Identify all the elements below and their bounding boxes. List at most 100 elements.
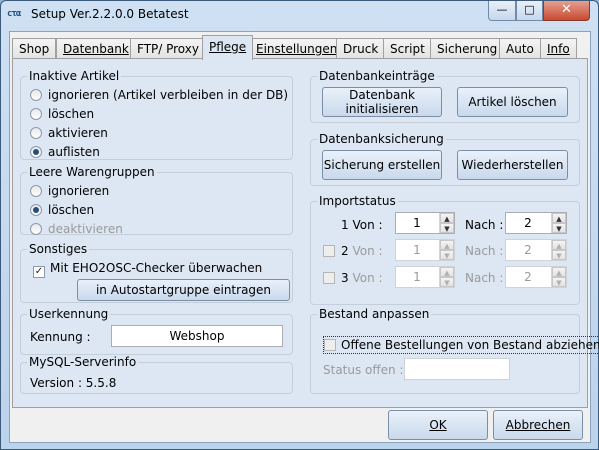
maximize-button[interactable]: □	[516, 1, 543, 21]
checkbox-icon	[323, 272, 335, 284]
close-icon: ✕	[561, 2, 572, 17]
radio-selected-icon	[30, 204, 42, 216]
tab-strip: Shop Datenbank FTP/ Proxy Pflege Einstel…	[12, 34, 588, 60]
spin-up-icon[interactable]: ▲	[552, 213, 566, 223]
group-userkennung: Userkennung Kennung : Webshop	[20, 307, 293, 355]
checkbox-icon	[323, 245, 335, 257]
minimize-icon: —	[496, 3, 508, 16]
import-row2-checkbox[interactable]	[323, 244, 340, 258]
tab-page-pflege: Inaktive Artikel ignorieren (Artikel ver…	[12, 58, 599, 408]
group-sonstiges: Sonstiges ✓ Mit EHO2OSC-Checker überwache…	[20, 242, 293, 303]
spin-down-icon[interactable]: ▼	[552, 223, 566, 233]
kennung-label: Kennung :	[30, 330, 91, 344]
spin-up-icon: ▲	[440, 240, 454, 250]
autostart-button[interactable]: in Autostartgruppe eintragen	[77, 279, 290, 301]
group-datenbanksicherung: Datenbanksicherung Sicherung erstellen W…	[310, 132, 580, 186]
checkbox-eho2osc-checker[interactable]: ✓ Mit EHO2OSC-Checker überwachen	[33, 261, 262, 278]
tab-label: Pflege	[209, 40, 247, 54]
import-row3-von-spinner: 1 ▲ ▼	[395, 266, 455, 288]
checkbox-offene-bestellungen[interactable]: Offene Bestellungen von Bestand abziehen	[323, 336, 599, 354]
spin-down-icon: ▼	[440, 277, 454, 287]
kennung-input[interactable]: Webshop	[111, 325, 283, 347]
tab-label: Info	[547, 42, 570, 56]
checkmark-icon: ✓	[33, 266, 45, 278]
radio-inaktive-loeschen[interactable]: löschen	[30, 107, 94, 121]
datenbank-initialisieren-button[interactable]: Datenbank initialisieren	[322, 87, 442, 117]
tab-shop[interactable]: Shop	[12, 38, 57, 59]
import-row1-von-spinner[interactable]: 1 ▲ ▼	[395, 212, 455, 234]
dialog-client-area: Shop Datenbank FTP/ Proxy Pflege Einstel…	[9, 31, 599, 443]
group-title: Userkennung	[27, 307, 111, 321]
tab-script[interactable]: Script	[383, 38, 432, 59]
group-title: Bestand anpassen	[317, 307, 432, 321]
group-title: Datenbanksicherung	[317, 132, 446, 146]
tab-druck[interactable]: Druck	[336, 38, 386, 59]
minimize-button[interactable]: —	[488, 1, 516, 21]
tab-datenbank[interactable]: Datenbank	[56, 38, 136, 59]
import-row1-nach-spinner[interactable]: 2 ▲ ▼	[505, 212, 567, 234]
import-row2-nach-spinner: 2 ▲ ▼	[505, 239, 567, 261]
group-title: Sonstiges	[27, 242, 90, 256]
tab-label: Datenbank	[63, 42, 129, 56]
artikel-loeschen-button[interactable]: Artikel löschen	[457, 87, 568, 117]
tab-einstellungen[interactable]: Einstellungen	[249, 38, 345, 59]
radio-leere-deaktivieren: deaktivieren	[30, 222, 123, 236]
title-bar[interactable]: cτα Setup Ver.2.2.0.0 Betatest — □ ✕	[1, 1, 598, 31]
group-importstatus: Importstatus 1 Von : 1 ▲ ▼ Nach : 2 ▲ ▼ 2 …	[310, 194, 580, 305]
import-row2-label: 2 Von :	[341, 244, 383, 258]
tab-label: Script	[390, 42, 425, 56]
radio-circle-icon	[30, 108, 42, 120]
sicherung-erstellen-button[interactable]: Sicherung erstellen	[322, 150, 442, 180]
group-title: Leere Warengruppen	[27, 165, 157, 179]
radio-circle-icon	[30, 89, 42, 101]
radio-leere-loeschen[interactable]: löschen	[30, 203, 94, 217]
tab-pflege[interactable]: Pflege	[202, 35, 254, 60]
group-title: Inaktive Artikel	[27, 69, 122, 83]
spin-up-icon[interactable]: ▲	[440, 213, 454, 223]
spin-down-icon: ▼	[440, 250, 454, 260]
import-row3-nach-label: Nach :	[465, 271, 504, 285]
import-row3-checkbox[interactable]	[323, 271, 340, 285]
status-offen-field	[404, 358, 510, 380]
spin-down-icon: ▼	[552, 277, 566, 287]
import-row1-nach-label: Nach :	[465, 218, 504, 232]
mysql-version-text: Version : 5.5.8	[30, 376, 117, 390]
radio-selected-icon	[30, 146, 42, 158]
spin-down-icon: ▼	[552, 250, 566, 260]
tab-ftp-proxy[interactable]: FTP/ Proxy	[130, 38, 206, 59]
radio-inaktive-ignorieren[interactable]: ignorieren (Artikel verbleiben in der DB…	[30, 88, 288, 102]
group-title: Importstatus	[317, 194, 398, 208]
group-title: MySQL-Serverinfo	[27, 355, 139, 369]
status-offen-label: Status offen :	[323, 363, 404, 377]
abbrechen-button[interactable]: Abbrechen	[493, 410, 583, 440]
tab-label: Auto	[506, 42, 534, 56]
tab-auto[interactable]: Auto	[499, 38, 541, 59]
spin-up-icon: ▲	[440, 267, 454, 277]
maximize-icon: □	[524, 3, 535, 16]
radio-leere-ignorieren[interactable]: ignorieren	[30, 184, 109, 198]
spin-down-icon[interactable]: ▼	[440, 223, 454, 233]
import-row3-nach-spinner: 2 ▲ ▼	[505, 266, 567, 288]
radio-inaktive-auflisten[interactable]: auflisten	[30, 145, 100, 159]
radio-circle-icon	[30, 223, 42, 235]
tab-label: Einstellungen	[256, 42, 338, 56]
wiederherstellen-button[interactable]: Wiederherstellen	[457, 150, 568, 180]
tab-info[interactable]: Info	[540, 38, 577, 59]
spin-up-icon: ▲	[552, 240, 566, 250]
radio-circle-icon	[30, 185, 42, 197]
import-row2-nach-label: Nach :	[465, 244, 504, 258]
import-row3-label: 3 Von :	[341, 271, 383, 285]
group-datenbankeintraege: Datenbankeinträge Datenbank initialisier…	[310, 69, 580, 123]
window-title: Setup Ver.2.2.0.0 Betatest	[31, 7, 189, 21]
radio-circle-icon	[30, 127, 42, 139]
group-bestand-anpassen: Bestand anpassen Offene Bestellungen von…	[310, 307, 599, 394]
tab-sicherung[interactable]: Sicherung	[430, 38, 505, 59]
radio-inaktive-aktivieren[interactable]: aktivieren	[30, 126, 108, 140]
group-inaktive-artikel: Inaktive Artikel ignorieren (Artikel ver…	[20, 69, 293, 160]
tab-label: FTP/ Proxy	[137, 42, 199, 56]
tab-label: Shop	[19, 42, 50, 56]
ok-button[interactable]: OK	[388, 410, 488, 440]
close-button[interactable]: ✕	[543, 1, 590, 21]
group-title: Datenbankeinträge	[317, 69, 437, 83]
tab-label: Druck	[343, 42, 379, 56]
